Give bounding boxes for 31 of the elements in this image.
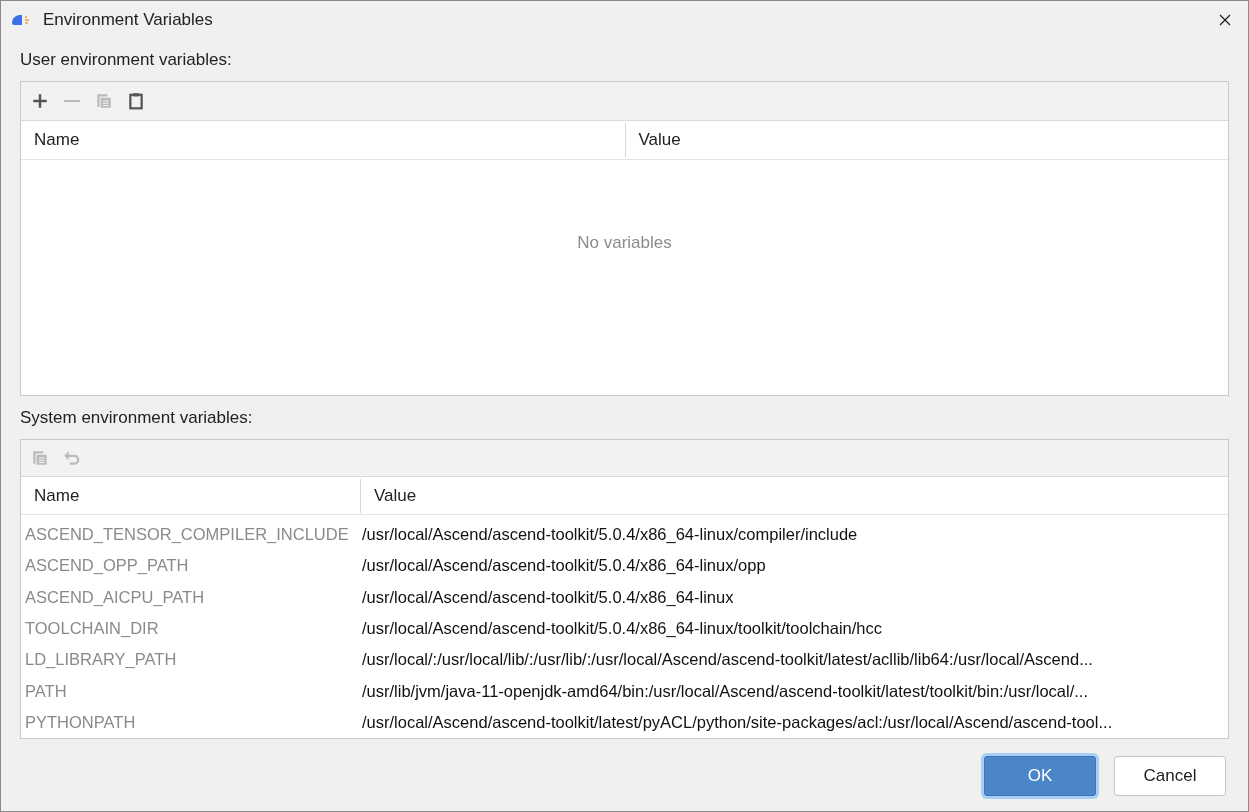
- variable-name: ASCEND_AICPU_PATH: [24, 587, 206, 607]
- copy-icon: [95, 92, 113, 110]
- copy-icon: [31, 449, 49, 468]
- ok-button[interactable]: OK: [984, 756, 1096, 796]
- cancel-button[interactable]: Cancel: [1114, 756, 1226, 796]
- variable-value: /usr/local/Ascend/ascend-toolkit/5.0.4/x86_64-linux/compiler/include: [361, 525, 859, 545]
- variable-value: /usr/local/Ascend/ascend-toolkit/5.0.4/x86_64-linux: [361, 587, 735, 607]
- window-title: Environment Variables: [43, 9, 214, 30]
- variable-value: /usr/local/:/usr/local/lib/:/usr/lib/:/usr/local/Ascend/ascend-toolkit/latest/acllib/lib64:/usr/local/Ascend...: [361, 650, 1094, 670]
- column-header[interactable]: Value: [624, 123, 1228, 157]
- variable-name: TOOLCHAIN_DIR: [24, 618, 160, 638]
- add-icon: [31, 92, 49, 110]
- variable-name: LD_LIBRARY_PATH: [24, 650, 178, 670]
- section-label: System environment variables:: [20, 406, 254, 429]
- variable-value: /usr/lib/jvm/java-11-openjdk-amd64/bin:/usr/local/Ascend/ascend-toolkit/latest/toolkit/bin:/usr/local/...: [361, 681, 1090, 701]
- column-header[interactable]: Name: [21, 121, 625, 159]
- variable-value: /usr/local/Ascend/ascend-toolkit/latest/pyACL/python/site-packages/acl:/usr/local/Ascend/ascend-tool...: [361, 712, 1114, 732]
- empty-message: No variables: [577, 232, 672, 253]
- variable-name: ASCEND_TENSOR_COMPILER_INCLUDE: [24, 525, 350, 545]
- variable-name: PYTHONPATH: [24, 712, 137, 732]
- column-header[interactable]: Name: [21, 477, 360, 514]
- variable-name: ASCEND_OPP_PATH: [24, 556, 190, 576]
- variable-value: /usr/local/Ascend/ascend-toolkit/5.0.4/x86_64-linux/opp: [361, 556, 767, 576]
- variable-value: /usr/local/Ascend/ascend-toolkit/5.0.4/x86_64-linux/toolkit/toolchain/hcc: [361, 618, 884, 638]
- section-label: User environment variables:: [20, 48, 233, 71]
- variable-name: PATH: [24, 681, 68, 701]
- clipboard-icon: [127, 92, 145, 110]
- undo-icon: [63, 449, 81, 468]
- remove-icon: [64, 99, 80, 103]
- column-header[interactable]: Value: [360, 478, 1228, 513]
- close-icon: [1219, 13, 1231, 26]
